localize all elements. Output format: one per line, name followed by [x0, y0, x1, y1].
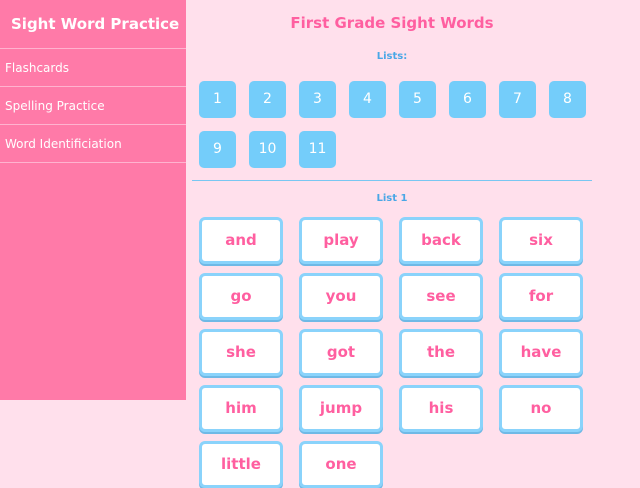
word-card[interactable]: she — [199, 329, 283, 376]
word-card[interactable]: little — [199, 441, 283, 488]
word-card[interactable]: jump — [299, 385, 383, 432]
sidebar-item-word-identification[interactable]: Word Identificiation — [0, 125, 186, 163]
lists-label: Lists: — [376, 51, 408, 62]
section-divider — [192, 180, 592, 181]
word-card[interactable]: you — [299, 273, 383, 320]
list-button-1[interactable]: 1 — [199, 81, 236, 118]
word-card[interactable]: go — [199, 273, 283, 320]
list-button-6[interactable]: 6 — [449, 81, 486, 118]
list-button-5[interactable]: 5 — [399, 81, 436, 118]
word-card[interactable]: his — [399, 385, 483, 432]
list-button-7[interactable]: 7 — [499, 81, 536, 118]
word-card[interactable]: have — [499, 329, 583, 376]
word-card[interactable]: the — [399, 329, 483, 376]
current-list-label: List 1 — [376, 193, 408, 204]
word-card[interactable]: no — [499, 385, 583, 432]
sidebar-item-spelling-practice[interactable]: Spelling Practice — [0, 87, 186, 125]
list-button-11[interactable]: 11 — [299, 131, 336, 168]
app-title: Sight Word Practice — [0, 0, 186, 49]
main-content: First Grade Sight Words Lists: 1 2 3 4 5… — [186, 0, 640, 488]
list-button-10[interactable]: 10 — [249, 131, 286, 168]
word-card[interactable]: and — [199, 217, 283, 264]
list-button-2[interactable]: 2 — [249, 81, 286, 118]
word-card[interactable]: him — [199, 385, 283, 432]
list-button-4[interactable]: 4 — [349, 81, 386, 118]
word-card[interactable]: play — [299, 217, 383, 264]
word-card[interactable]: for — [499, 273, 583, 320]
list-button-3[interactable]: 3 — [299, 81, 336, 118]
list-button-8[interactable]: 8 — [549, 81, 586, 118]
list-button-9[interactable]: 9 — [199, 131, 236, 168]
word-card[interactable]: back — [399, 217, 483, 264]
word-card[interactable]: six — [499, 217, 583, 264]
word-card[interactable]: got — [299, 329, 383, 376]
word-card[interactable]: see — [399, 273, 483, 320]
sidebar: Sight Word Practice Flashcards Spelling … — [0, 0, 186, 400]
page-title: First Grade Sight Words — [290, 14, 494, 32]
sidebar-item-flashcards[interactable]: Flashcards — [0, 49, 186, 87]
word-card[interactable]: one — [299, 441, 383, 488]
